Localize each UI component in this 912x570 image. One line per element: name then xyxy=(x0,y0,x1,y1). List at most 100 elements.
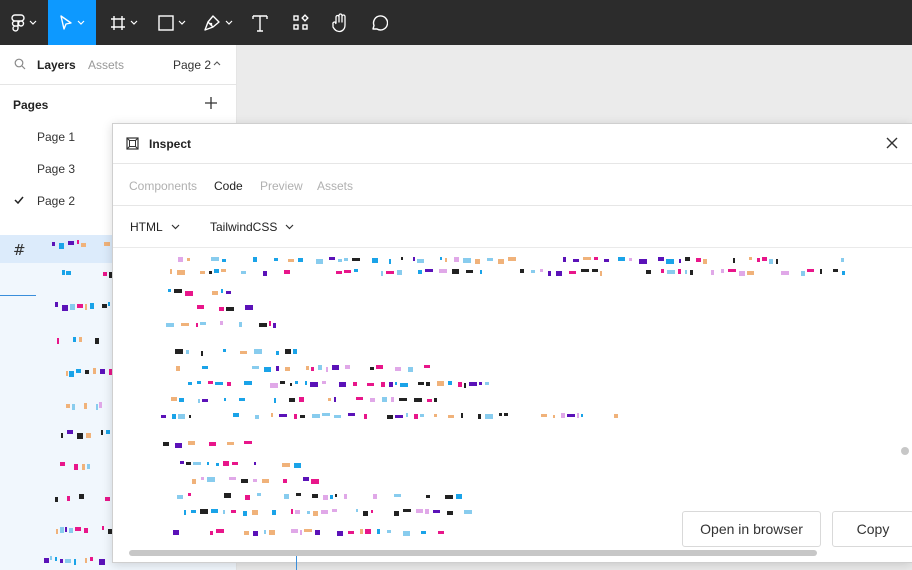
pixel-block xyxy=(178,257,183,262)
chevron-down-icon xyxy=(171,224,180,230)
pixel-block xyxy=(177,270,185,275)
pixel-block xyxy=(437,381,444,386)
pixel-block xyxy=(703,259,707,264)
pixel-block xyxy=(548,271,551,276)
pixel-block xyxy=(583,257,591,260)
pixel-block xyxy=(200,271,205,274)
pixel-block xyxy=(214,269,219,273)
pixel-block xyxy=(567,414,575,417)
horizontal-scrollbar[interactable] xyxy=(129,550,817,556)
pixel-block xyxy=(371,510,373,513)
pixel-block xyxy=(318,365,322,370)
main-menu-button[interactable] xyxy=(0,0,47,45)
tab-layers[interactable]: Layers xyxy=(37,58,76,72)
pixel-block xyxy=(573,259,579,262)
pixel-block xyxy=(499,413,502,416)
pixel-block xyxy=(307,511,310,514)
page-label: Page 2 xyxy=(37,194,76,208)
tab-components[interactable]: Components xyxy=(129,179,197,193)
tab-preview[interactable]: Preview xyxy=(260,179,303,193)
canvas-guide xyxy=(296,556,297,570)
pixel-block xyxy=(244,531,249,535)
pixel-block xyxy=(310,382,318,387)
pixel-block xyxy=(454,257,459,262)
pixel-block xyxy=(400,383,408,387)
pixel-block xyxy=(300,415,305,418)
pixel-block xyxy=(479,382,482,385)
pixel-block xyxy=(202,399,208,402)
pixel-block xyxy=(291,529,298,533)
pixel-block xyxy=(618,257,625,261)
current-page-selector[interactable]: Page 2 xyxy=(173,58,211,72)
pixel-block xyxy=(345,365,350,369)
pixel-block xyxy=(658,257,664,261)
pixel-block xyxy=(241,271,246,274)
shape-tool-button[interactable] xyxy=(152,0,192,45)
vertical-scrollbar[interactable] xyxy=(901,447,909,455)
pen-tool-button[interactable] xyxy=(197,0,239,45)
pixel-block xyxy=(233,413,239,417)
text-tool-button[interactable] xyxy=(246,0,274,45)
pixel-block xyxy=(448,381,452,385)
code-options: HTML TailwindCSS xyxy=(113,207,912,248)
pixel-block xyxy=(262,479,269,483)
pixel-block xyxy=(381,382,385,387)
tab-assets[interactable]: Assets xyxy=(317,179,353,193)
pixel-block xyxy=(264,367,271,372)
copy-button[interactable]: Copy xyxy=(832,511,912,547)
pixel-block xyxy=(334,415,341,418)
close-icon[interactable] xyxy=(884,135,900,151)
comment-tool-icon xyxy=(372,14,388,31)
comment-tool-button[interactable] xyxy=(365,0,393,45)
pixel-block xyxy=(176,366,180,371)
pixel-block xyxy=(285,349,291,354)
pixel-block xyxy=(280,381,285,384)
search-icon[interactable] xyxy=(14,58,26,70)
pixel-block xyxy=(200,509,208,514)
pixel-block xyxy=(360,529,363,534)
inspect-title: Inspect xyxy=(149,137,192,151)
pixel-block xyxy=(255,415,259,419)
chevron-up-icon[interactable] xyxy=(213,61,221,66)
pixel-block xyxy=(685,257,690,261)
pixel-block xyxy=(478,414,481,419)
pixel-block xyxy=(418,382,424,385)
pixel-block xyxy=(295,381,298,384)
pixel-block xyxy=(679,259,681,263)
pixel-block xyxy=(334,397,336,402)
pixel-block xyxy=(749,257,752,260)
pixel-block xyxy=(344,494,347,499)
pixel-block xyxy=(365,529,371,534)
pixel-block xyxy=(382,397,387,402)
pixel-block xyxy=(231,510,236,513)
pages-title: Pages xyxy=(13,98,49,112)
tab-assets[interactable]: Assets xyxy=(88,58,124,72)
pixel-block xyxy=(337,531,343,536)
pixel-block xyxy=(273,323,276,328)
pixel-block xyxy=(270,383,278,388)
pixel-block xyxy=(197,305,204,309)
pixel-block xyxy=(289,398,295,402)
frame-tool-button[interactable] xyxy=(104,0,144,45)
pixel-block xyxy=(188,382,192,385)
pixel-block xyxy=(220,321,223,325)
move-tool-button[interactable] xyxy=(48,0,96,45)
pixel-block xyxy=(222,259,226,262)
pixel-block xyxy=(328,398,331,401)
tab-code[interactable]: Code xyxy=(214,179,243,193)
pixel-block xyxy=(721,269,724,273)
hand-tool-button[interactable] xyxy=(326,0,354,45)
inspect-icon xyxy=(126,137,139,150)
add-page-icon[interactable] xyxy=(204,96,218,110)
pixel-block xyxy=(447,511,453,515)
pixel-block xyxy=(553,415,555,418)
pixel-block xyxy=(395,415,403,418)
pixel-block xyxy=(434,398,437,402)
framework-select[interactable]: TailwindCSS xyxy=(210,220,294,234)
pixel-block xyxy=(420,414,424,417)
pixel-block xyxy=(181,323,189,326)
selection-indicator xyxy=(0,295,36,296)
resources-button[interactable] xyxy=(287,0,315,45)
open-in-browser-button[interactable]: Open in browser xyxy=(682,511,821,547)
language-select[interactable]: HTML xyxy=(130,220,180,234)
